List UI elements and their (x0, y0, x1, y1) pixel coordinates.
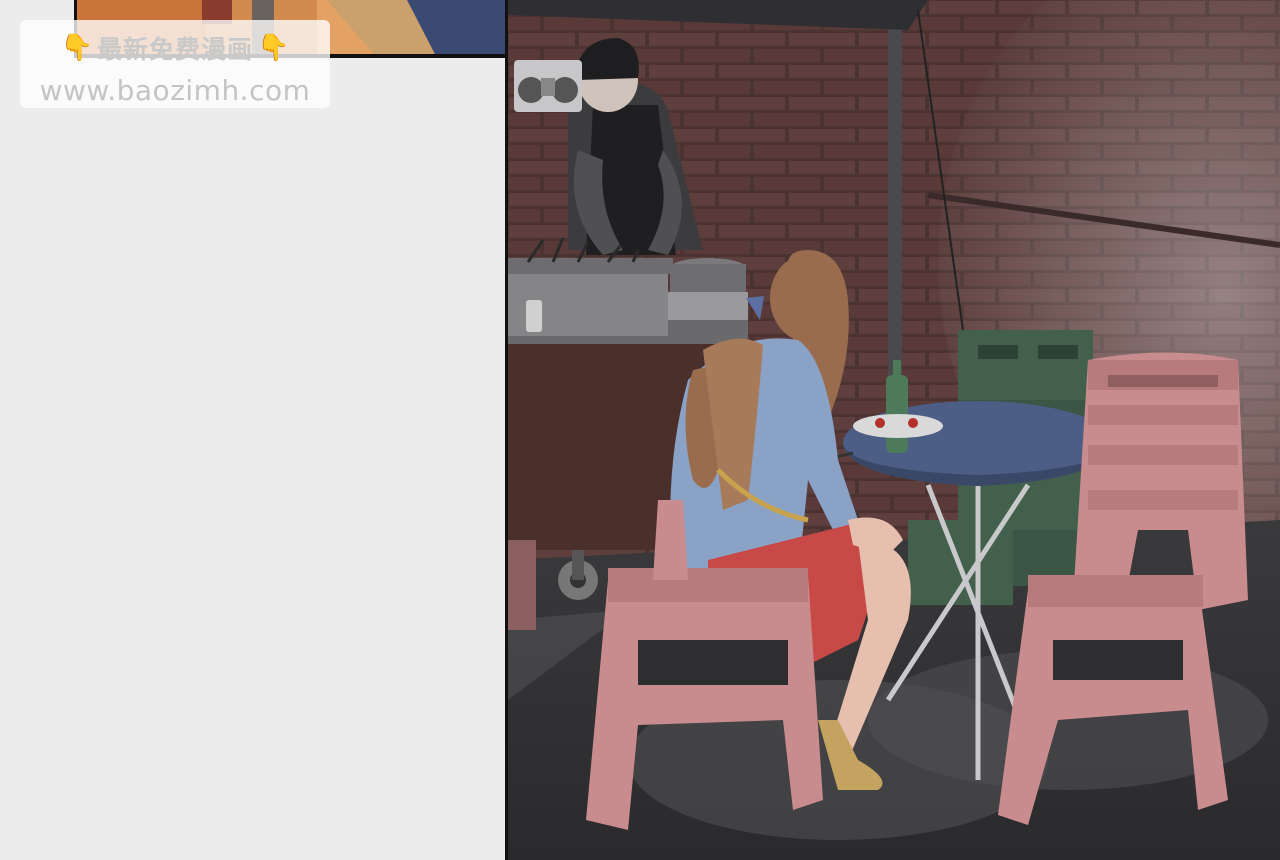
scene-illustration (508, 0, 1280, 860)
watermark-url: www.baozimh.com (39, 74, 311, 107)
comic-page: 👇 最新免费漫画 👇 www.baozimh.com (0, 0, 1280, 860)
tent-pole (888, 0, 902, 420)
plate (853, 414, 943, 438)
watermark-title: 最新免费漫画 (96, 35, 253, 64)
watermark-title-row: 👇 最新免费漫画 👇 (20, 26, 330, 70)
watermark: 👇 最新免费漫画 👇 www.baozimh.com (20, 20, 330, 108)
soju-bottle (886, 375, 908, 453)
stool-left-edge (508, 540, 536, 630)
comic-panel-street-stall (505, 0, 1280, 860)
boombox (514, 60, 582, 112)
pointing-down-hand-icon: 👇 (60, 33, 93, 63)
pointing-down-hand-icon: 👇 (257, 33, 290, 63)
